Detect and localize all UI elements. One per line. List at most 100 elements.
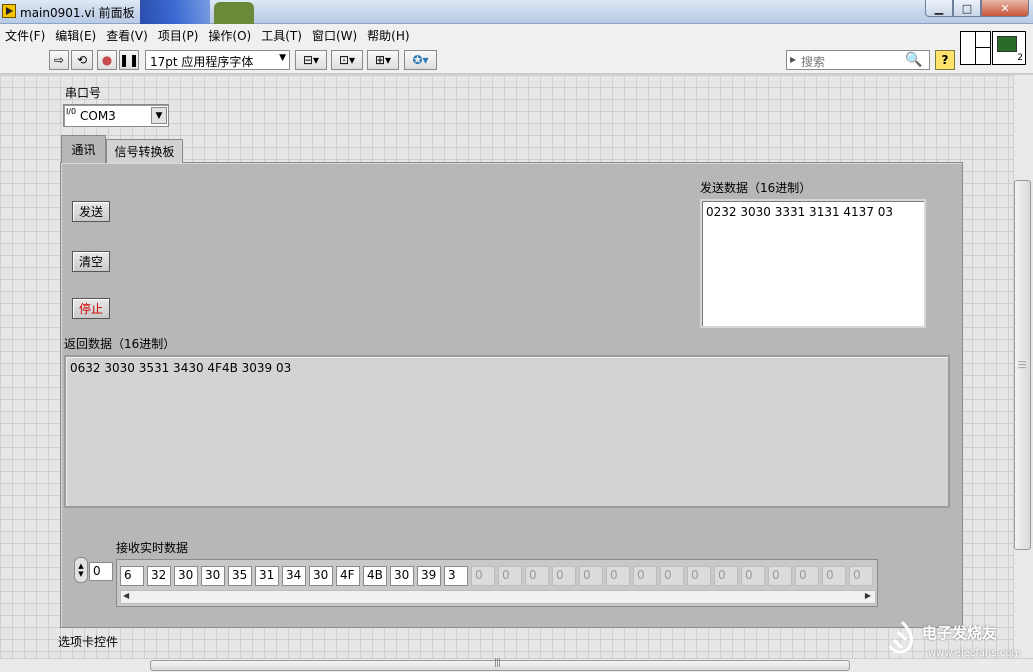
search-input[interactable]: ▶ 搜索 🔍 [786,50,930,70]
labview-app-icon [2,4,16,18]
minimize-icon: ▁ [934,1,944,15]
abort-icon: ● [101,53,113,67]
arrow-down-icon[interactable]: ▼ [78,570,83,578]
tab-control-caption: 选项卡控件 [58,635,119,649]
scroll-left-icon[interactable]: ◀ [123,591,129,600]
array-cell: 31 [255,566,279,586]
watermark-url: www.elecfans.com [928,648,1022,659]
maximize-button[interactable]: □ [953,0,981,17]
chevron-down-icon: ▼ [279,53,286,63]
horizontal-grip-icon: ||| [494,658,501,668]
array-cell-empty: 0 [552,566,576,586]
resize-icon: ⊞▾ [374,53,392,67]
run-continuously-icon: ⟲ [76,53,88,67]
array-cell: 3 [444,566,468,586]
reorder-icon: ✪▾ [412,53,429,67]
array-index-stepper[interactable]: ▲ ▼ [74,557,88,583]
array-cell-empty: 0 [471,566,495,586]
array-cell: 39 [417,566,441,586]
menu-file[interactable]: 文件(F) [0,27,50,44]
menu-window[interactable]: 窗口(W) [307,27,362,44]
array-cell-empty: 0 [498,566,522,586]
run-button[interactable]: ⇨ [49,50,69,70]
font-select-value: 17pt 应用程序字体 [150,55,254,69]
scroll-right-icon[interactable]: ▶ [865,591,871,600]
send-button[interactable]: 发送 [72,201,110,222]
array-cell: 4B [363,566,387,586]
close-icon: ✕ [1000,1,1010,15]
serial-port-label: 串口号 [65,86,102,100]
vi-icon-number: 2 [1017,53,1023,63]
array-cell-empty: 0 [822,566,846,586]
array-index-value[interactable]: 0 [89,562,113,581]
context-help-button[interactable]: ? [935,50,955,70]
array-cell: 4F [336,566,360,586]
array-cell-empty: 0 [633,566,657,586]
align-objects-button[interactable]: ⊟▾ [295,50,327,70]
array-cell-empty: 0 [525,566,549,586]
array-cell: 30 [201,566,225,586]
array-cell-empty: 0 [795,566,819,586]
array-horizontal-scrollbar[interactable]: ◀ ▶ [120,590,876,604]
tab-signal-board[interactable]: 信号转换板 [106,139,183,163]
watermark-logo-icon [888,620,914,654]
run-continuously-button[interactable]: ⟲ [71,50,93,70]
array-cell: 30 [390,566,414,586]
tab-communication[interactable]: 通讯 [61,135,106,163]
reorder-button[interactable]: ✪▾ [404,50,437,70]
array-cell: 6 [120,566,144,586]
return-data-label: 返回数据（16进制） [64,337,176,351]
search-placeholder: 搜索 [801,55,826,69]
io-icon: I/0 [66,107,77,116]
align-icon: ⊟▾ [302,53,320,67]
menu-view[interactable]: 查看(V) [101,27,153,44]
vi-icon[interactable]: 2 [992,31,1026,65]
menu-operate[interactable]: 操作(O) [203,27,256,44]
array-cell-empty: 0 [714,566,738,586]
distribute-icon: ⊡▾ [338,53,356,67]
menu-project[interactable]: 项目(P) [153,27,204,44]
minimize-button[interactable]: ▁ [925,0,953,17]
pause-button[interactable]: ❚❚ [119,50,139,70]
search-icon[interactable]: 🔍 [905,52,922,68]
array-cell-empty: 0 [687,566,711,586]
menu-edit[interactable]: 编辑(E) [50,27,101,44]
array-cell-empty: 0 [768,566,792,586]
array-cell-empty: 0 [606,566,630,586]
array-cell: 35 [228,566,252,586]
run-arrow-icon: ⇨ [53,53,65,67]
array-cell: 30 [174,566,198,586]
arrow-up-icon[interactable]: ▲ [78,562,83,570]
distribute-objects-button[interactable]: ⊡▾ [331,50,363,70]
monitor-icon [997,36,1017,52]
desktop-background-strip [140,0,210,24]
font-select[interactable]: 17pt 应用程序字体 ▼ [145,50,290,70]
resize-objects-button[interactable]: ⊞▾ [367,50,399,70]
send-data-label: 发送数据（16进制） [700,181,812,195]
array-cell-empty: 0 [849,566,873,586]
close-button[interactable]: ✕ [981,0,1029,17]
array-cell-empty: 0 [741,566,765,586]
desktop-background-strip-2 [214,2,254,24]
return-data-indicator: 0632 3030 3531 3430 4F4B 3039 03 [64,355,950,508]
menu-tools[interactable]: 工具(T) [256,27,307,44]
menu-bar: 文件(F) 编辑(E) 查看(V) 项目(P) 操作(O) 工具(T) 窗口(W… [0,24,1033,46]
chevron-down-icon[interactable]: ▼ [151,107,167,124]
realtime-data-label: 接收实时数据 [116,541,189,555]
stop-button[interactable]: 停止 [72,298,110,319]
window-title: main0901.vi 前面板 [20,6,135,20]
serial-port-control[interactable]: I/0 COM3 ▼ [63,104,169,127]
menu-help[interactable]: 帮助(H) [362,27,414,44]
array-cell: 32 [147,566,171,586]
array-cell: 34 [282,566,306,586]
array-cell: 30 [309,566,333,586]
clear-button[interactable]: 清空 [72,251,110,272]
maximize-icon: □ [961,1,973,15]
watermark-logo: 电子发烧友 www.elecfans.com [880,618,1030,662]
send-data-input[interactable]: 0232 3030 3331 3131 4137 03 [700,199,926,328]
connector-pane[interactable] [960,31,991,65]
abort-button[interactable]: ● [97,50,117,70]
pause-icon: ❚❚ [118,53,140,67]
array-cell-empty: 0 [579,566,603,586]
watermark-brand: 电子发烧友 [922,624,998,642]
